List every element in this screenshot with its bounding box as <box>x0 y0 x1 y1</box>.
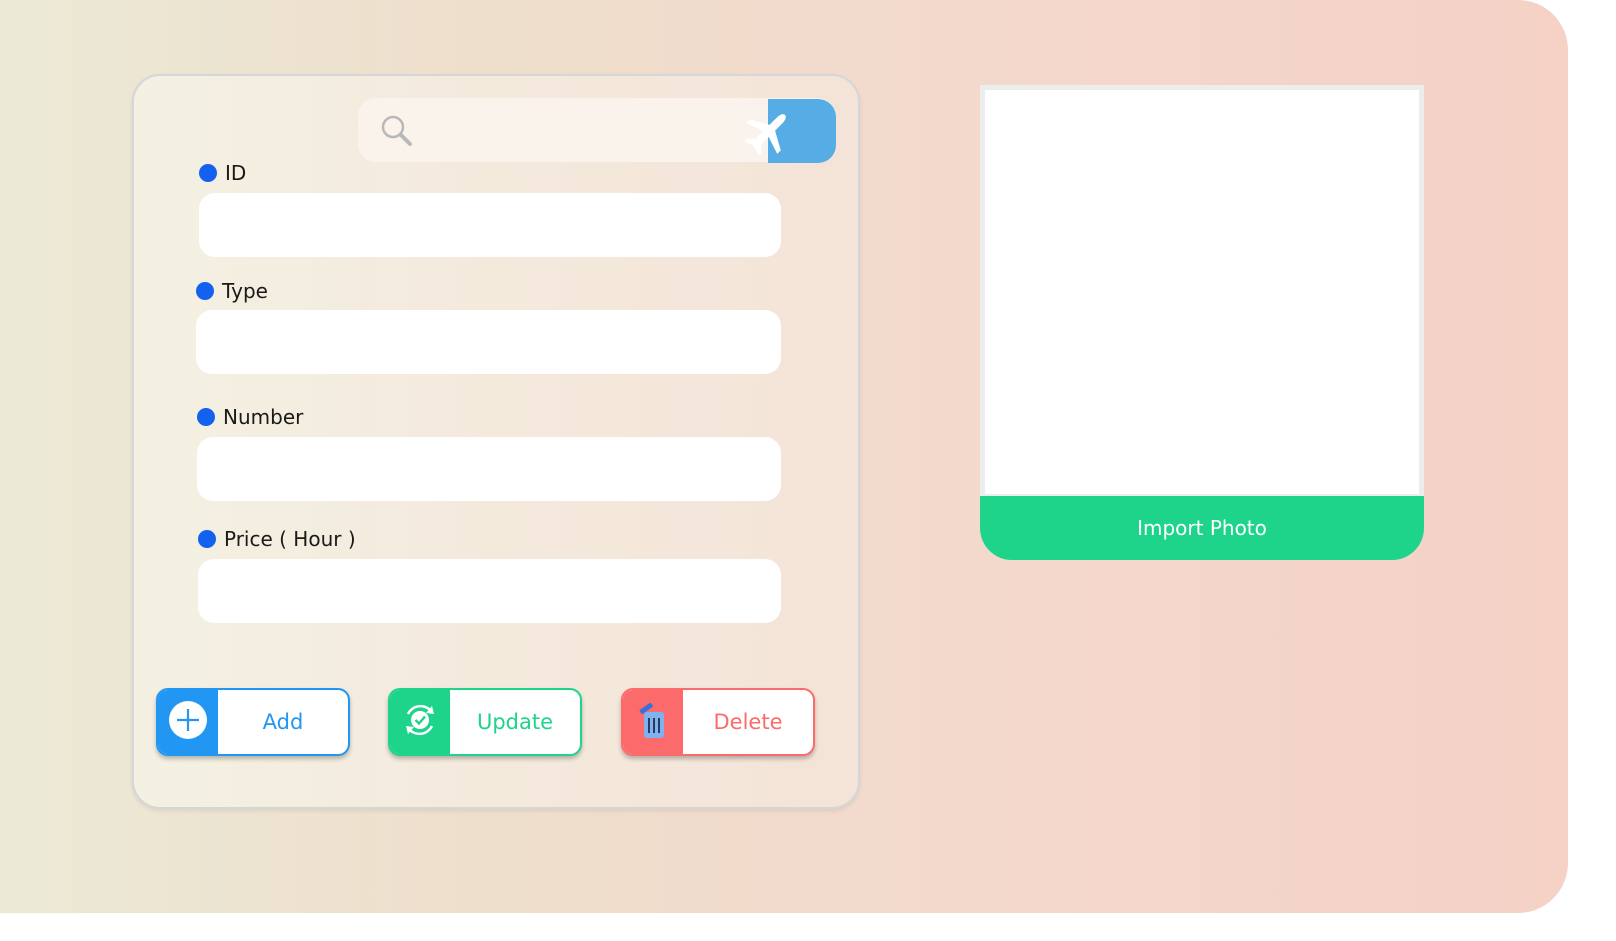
import-photo-label: Import Photo <box>1137 516 1267 540</box>
add-button-label: Add <box>262 710 304 734</box>
add-icon-block <box>158 690 218 754</box>
bullet-dot-icon <box>199 164 217 182</box>
id-input[interactable] <box>199 193 781 257</box>
update-button-label: Update <box>476 710 554 734</box>
bullet-dot-icon <box>198 530 216 548</box>
airplane-icon <box>740 107 796 157</box>
number-label-text: Number <box>223 405 304 429</box>
photo-preview <box>980 85 1424 499</box>
plus-circle-icon <box>168 700 208 744</box>
refresh-check-icon <box>400 700 440 744</box>
number-input[interactable] <box>197 437 781 501</box>
delete-button[interactable]: Delete <box>621 688 815 756</box>
update-icon-block <box>390 690 450 754</box>
type-label: Type <box>196 279 268 303</box>
number-label: Number <box>197 405 303 429</box>
search-icon <box>380 114 414 148</box>
price-label: Price ( Hour ) <box>198 527 356 551</box>
add-button[interactable]: Add <box>156 688 350 756</box>
update-button[interactable]: Update <box>388 688 582 756</box>
search-button[interactable] <box>744 99 836 163</box>
price-input[interactable] <box>198 559 781 623</box>
bullet-dot-icon <box>196 282 214 300</box>
type-input[interactable] <box>196 310 781 374</box>
trash-icon <box>633 698 673 746</box>
id-label: ID <box>199 161 246 185</box>
price-label-text: Price ( Hour ) <box>224 527 356 551</box>
id-label-text: ID <box>225 161 247 185</box>
import-photo-button[interactable]: Import Photo <box>980 496 1424 560</box>
type-label-text: Type <box>222 279 268 303</box>
delete-button-label: Delete <box>713 710 783 734</box>
bullet-dot-icon <box>197 408 215 426</box>
delete-icon-block <box>623 690 683 754</box>
search-input[interactable] <box>428 112 752 150</box>
